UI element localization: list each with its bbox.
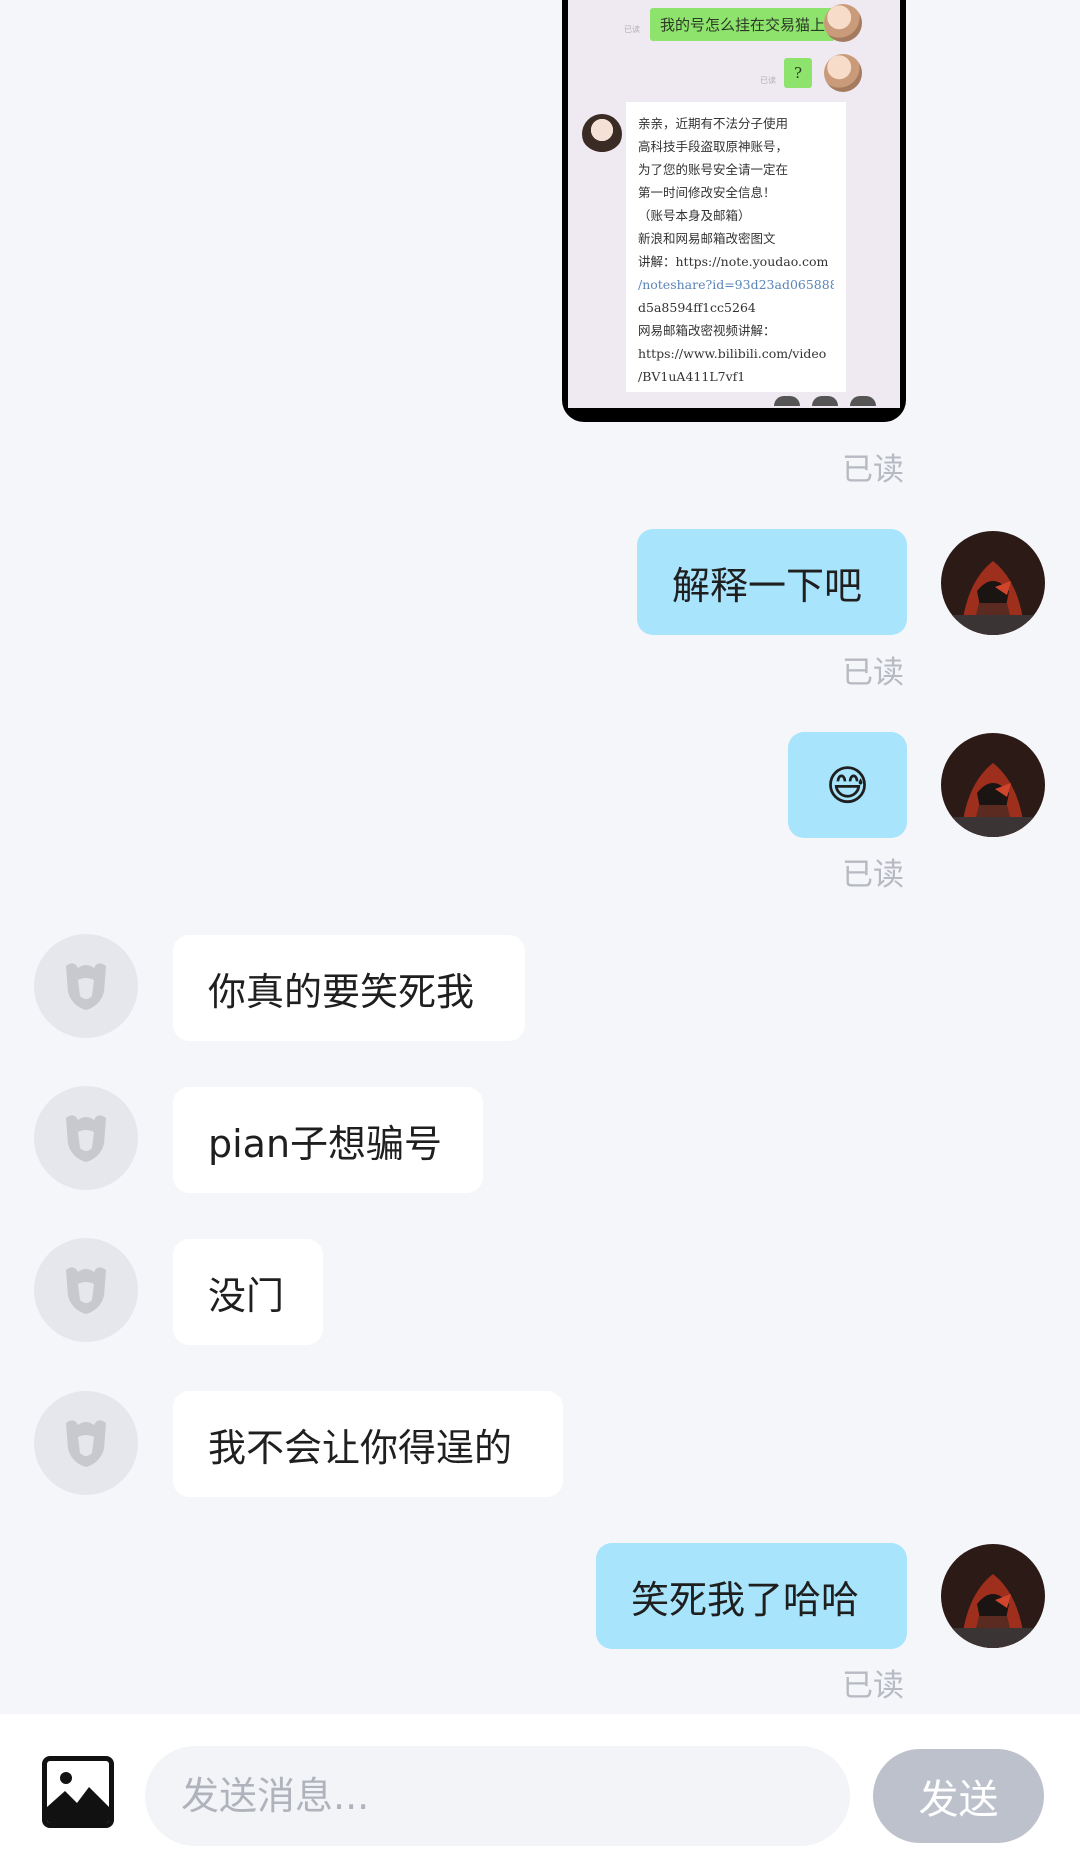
read-status: 已读 [842, 655, 904, 691]
their-message-bubble[interactable]: 我不会让你得逞的 [173, 1391, 563, 1497]
card-line: 网易邮箱改密视频讲解： [638, 323, 776, 338]
card-line: 第一时间修改安全信息！ [638, 185, 776, 200]
their-message-bubble[interactable]: 你真的要笑死我 [173, 935, 525, 1041]
sweat-smile-emoji: 😅 [825, 760, 870, 810]
my-emoji-bubble[interactable]: 😅 [788, 732, 907, 838]
card-line: 为了您的账号安全请一定在 [638, 162, 789, 177]
shared-bubble-2: ? [784, 58, 813, 88]
their-message-bubble[interactable]: pian子想骗号 [173, 1087, 483, 1193]
card-line: /noteshare?id=93d23ad0658880bd [638, 277, 834, 292]
card-line: 高科技手段盗取原神账号， [638, 139, 789, 154]
send-button[interactable]: 发送 [873, 1749, 1044, 1843]
my-avatar[interactable] [941, 733, 1045, 837]
shield-avatar-icon [66, 1420, 106, 1467]
shield-avatar-icon [66, 1267, 106, 1314]
card-line: /BV1uA411L7vf1 [638, 369, 746, 384]
shared-bubble-1: 我的号怎么挂在交易猫上 [650, 8, 836, 41]
shared-avatar-1 [824, 4, 862, 42]
card-line: 新浪和网易邮箱改密图文 [638, 231, 776, 246]
their-avatar[interactable] [34, 1238, 138, 1342]
card-line: d5a8594ff1cc5264 [638, 300, 756, 315]
their-avatar[interactable] [34, 1086, 138, 1190]
hooded-warrior-avatar-icon [941, 531, 1045, 635]
shared-read-label: 已读 [624, 25, 640, 34]
shield-avatar-icon [66, 963, 106, 1010]
their-avatar[interactable] [34, 934, 138, 1038]
shield-avatar-icon [66, 1115, 106, 1162]
card-line: （账号本身及邮箱） [638, 208, 751, 223]
shared-read-label-2: 已读 [760, 76, 776, 85]
shared-screenshot-content: 已读 我的号怎么挂在交易猫上 已读 ? 亲亲，近期有不法分子使用 高科技手段盗取… [568, 0, 900, 408]
shared-message-card: 亲亲，近期有不法分子使用 高科技手段盗取原神账号， 为了您的账号安全请一定在 第… [626, 102, 846, 392]
my-avatar[interactable] [941, 1544, 1045, 1648]
hooded-warrior-avatar-icon [941, 733, 1045, 837]
card-line: https://www.bilibili.com/video [638, 346, 827, 361]
shared-screenshot-image[interactable]: 已读 我的号怎么挂在交易猫上 已读 ? 亲亲，近期有不法分子使用 高科技手段盗取… [562, 0, 906, 422]
message-input[interactable] [145, 1746, 850, 1846]
my-avatar[interactable] [941, 531, 1045, 635]
their-avatar[interactable] [34, 1391, 138, 1495]
card-line: 讲解：https://note.youdao.com [638, 254, 829, 269]
their-message-bubble[interactable]: 没门 [173, 1239, 323, 1345]
read-status: 已读 [842, 452, 904, 488]
shared-bottom-icons [774, 396, 876, 406]
image-icon [47, 1772, 109, 1823]
card-line: 亲亲，近期有不法分子使用 [638, 116, 789, 131]
my-message-bubble[interactable]: 笑死我了哈哈 [596, 1543, 907, 1649]
read-status: 已读 [842, 857, 904, 893]
hooded-warrior-avatar-icon [941, 1544, 1045, 1648]
shared-avatar-2 [824, 54, 862, 92]
my-message-bubble[interactable]: 解释一下吧 [637, 529, 907, 635]
read-status: 已读 [842, 1668, 904, 1704]
image-button[interactable] [42, 1756, 114, 1828]
shared-avatar-girl [582, 114, 622, 154]
